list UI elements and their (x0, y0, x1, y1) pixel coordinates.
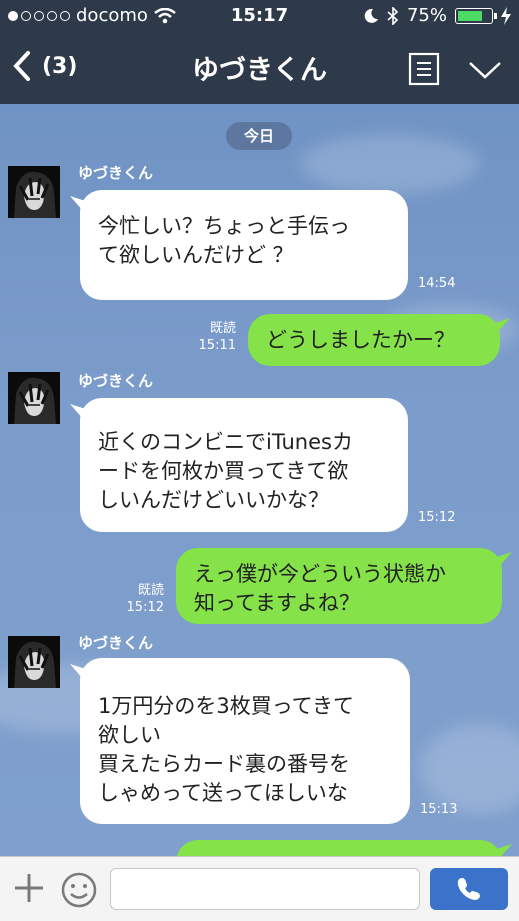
avatar-photo (8, 636, 60, 688)
message-bubble-received[interactable]: 近くのコンビニでiTunesカ ードを何枚か買ってきて欲 しいんだけどいいかな？ (80, 398, 408, 532)
avatar[interactable] (8, 636, 60, 688)
chat-header: (3) ゆづきくん (0, 32, 519, 104)
message-time: 15:13 (420, 802, 458, 817)
input-bar (0, 856, 519, 921)
message-bubble-sent[interactable]: えっ僕が今どういう状態か 知ってますよね？ (176, 548, 502, 624)
menu-list-icon (408, 52, 440, 86)
status-bar: docomo 15:17 75% (0, 0, 519, 32)
message-input[interactable] (110, 868, 420, 910)
avatar[interactable] (8, 166, 60, 218)
call-button[interactable] (430, 868, 508, 910)
sender-name: ゆづきくん (78, 634, 154, 652)
message-time: 15:11 (198, 338, 236, 353)
menu-button[interactable] (408, 52, 440, 90)
read-receipt: 既読 (137, 583, 164, 598)
attach-button[interactable] (12, 871, 46, 909)
dropdown-button[interactable] (468, 60, 502, 84)
background-cloud (300, 134, 480, 194)
sender-name: ゆづきくん (78, 164, 154, 182)
avatar-photo (8, 372, 60, 424)
read-receipt: 既読 (209, 321, 236, 336)
battery-percent: 75% (406, 5, 447, 26)
avatar-photo (8, 166, 60, 218)
chat-title: ゆづきくん (192, 55, 327, 86)
chat-area[interactable]: 今日 ゆづきくん 今忙しい？ちょっと手伝っ て欲しいんだけど ？ 14:54 既… (0, 104, 519, 856)
charging-icon (501, 6, 511, 25)
sticker-button[interactable] (60, 871, 98, 913)
avatar[interactable] (8, 372, 60, 424)
message-time: 15:12 (126, 600, 164, 615)
smiley-icon (61, 872, 97, 908)
message-time: 15:12 (418, 510, 456, 525)
message-time: 14:54 (418, 276, 456, 291)
message-bubble-received[interactable]: 今忙しい？ちょっと手伝っ て欲しいんだけど ？ (80, 190, 408, 300)
message-meta: 既読 15:11 (190, 320, 236, 354)
battery-icon (455, 7, 497, 24)
background-cloud (420, 724, 519, 814)
message-bubble-received[interactable]: 1万円分のを3枚買ってきて 欲しい 買えたらカード裏の番号を しゃめって送ってほ… (80, 658, 410, 824)
message-bubble-sent[interactable]: どうしましたかー？ (248, 314, 500, 366)
chevron-down-icon (469, 62, 501, 79)
plus-icon (15, 874, 43, 902)
sender-name: ゆづきくん (78, 372, 154, 390)
date-separator: 今日 (226, 122, 292, 150)
bluetooth-icon (387, 6, 399, 25)
phone-icon (457, 878, 480, 900)
status-right: 75% (363, 5, 511, 26)
message-bubble-sent[interactable] (176, 840, 502, 856)
moon-icon (364, 8, 378, 23)
message-meta: 既読 15:12 (118, 582, 164, 616)
